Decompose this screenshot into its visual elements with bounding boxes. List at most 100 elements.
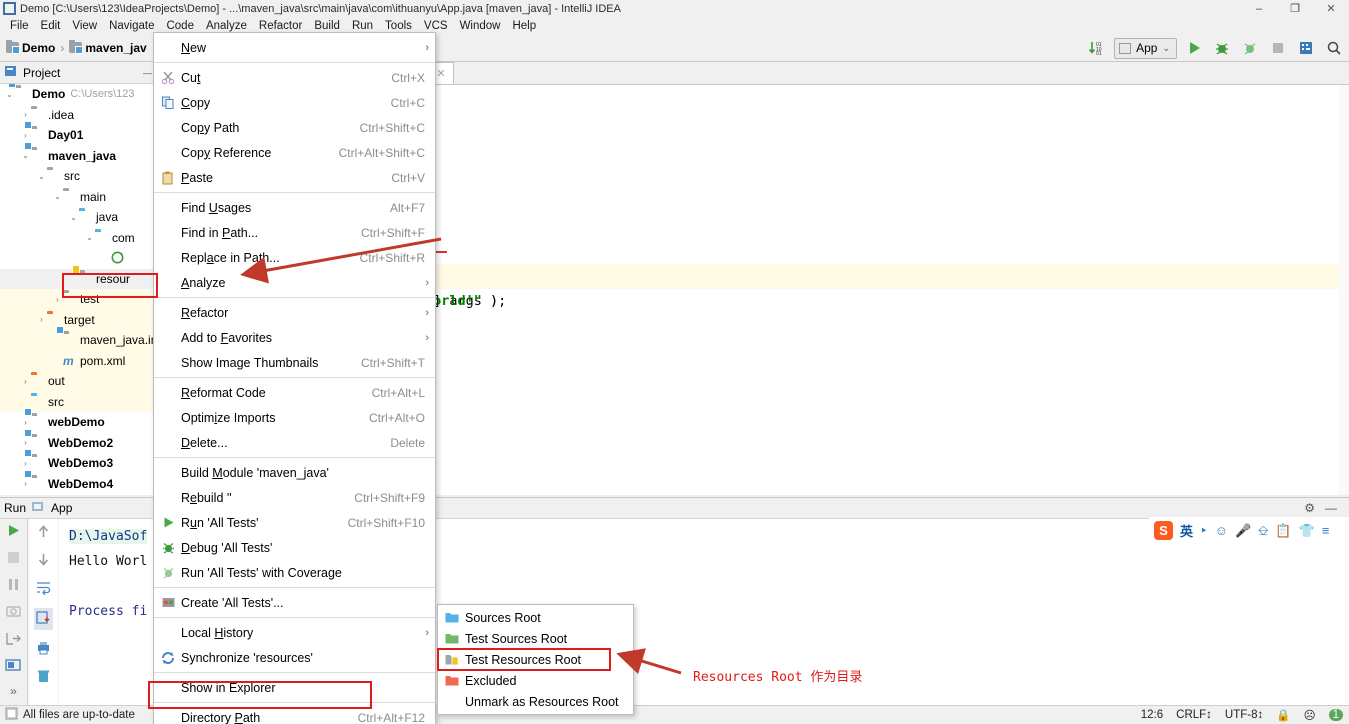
- breadcrumb-item-maven-java[interactable]: maven_jav: [69, 40, 147, 55]
- expand-arrow-icon[interactable]: ⌄: [36, 172, 47, 181]
- menu-code[interactable]: Code: [160, 19, 200, 33]
- submenu-item-excluded[interactable]: Excluded: [438, 670, 633, 691]
- ime-mode-label[interactable]: 英: [1180, 521, 1193, 540]
- submenu-item-test-sources-root[interactable]: Test Sources Root: [438, 628, 633, 649]
- tree-node-webdemo4[interactable]: › WebDemo4: [0, 474, 158, 495]
- maximize-button[interactable]: ❐: [1277, 0, 1313, 17]
- menu-item-reformat-code[interactable]: Reformat Code Ctrl+Alt+L: [154, 380, 435, 405]
- menu-icon[interactable]: ≡: [1322, 523, 1330, 538]
- scroll-down-icon[interactable]: [36, 552, 51, 570]
- menu-item-copy-path[interactable]: Copy Path Ctrl+Shift+C: [154, 115, 435, 140]
- menu-item-analyze[interactable]: Analyze ›: [154, 270, 435, 295]
- minimize-icon[interactable]: —: [1325, 501, 1337, 515]
- mic-icon[interactable]: 🎤: [1235, 523, 1251, 539]
- menu-item-find-usages[interactable]: Find Usages Alt+F7: [154, 195, 435, 220]
- run-configuration-selector[interactable]: App ⌄: [1114, 37, 1177, 59]
- more-icon[interactable]: »: [10, 684, 17, 698]
- scroll-to-end-icon[interactable]: [34, 608, 53, 630]
- mark-directory-submenu[interactable]: Sources Root Test Sources Root Test Resour…: [437, 604, 634, 715]
- line-separator[interactable]: CRLF↕: [1176, 709, 1212, 721]
- submenu-item-test-resources-root[interactable]: Test Resources Root: [438, 649, 633, 670]
- run-tool-window-title[interactable]: Run: [4, 501, 26, 515]
- tree-node-maven-java[interactable]: ⌄ maven_java: [0, 146, 158, 167]
- expand-arrow-icon[interactable]: ›: [20, 459, 31, 468]
- tree-node-demo[interactable]: ⌄ Demo C:\Users\123: [0, 84, 158, 105]
- breadcrumb-item-demo[interactable]: Demo: [6, 40, 55, 55]
- clipboard-icon[interactable]: 📋: [1275, 523, 1291, 539]
- menu-item-copy-reference[interactable]: Copy Reference Ctrl+Alt+Shift+C: [154, 140, 435, 165]
- sogou-logo-icon[interactable]: S: [1154, 521, 1173, 540]
- print-icon[interactable]: [36, 640, 51, 658]
- expand-arrow-icon[interactable]: ⌄: [20, 151, 31, 160]
- menu-item-optimize-imports[interactable]: Optimize Imports Ctrl+Alt+O: [154, 405, 435, 430]
- menu-item-paste[interactable]: Paste Ctrl+V: [154, 165, 435, 190]
- menu-item-run-all-tests-with-coverage[interactable]: Run 'All Tests' with Coverage: [154, 560, 435, 585]
- menu-item-show-image-thumbnails[interactable]: Show Image Thumbnails Ctrl+Shift+T: [154, 350, 435, 375]
- caret-position[interactable]: 12:6: [1141, 709, 1163, 721]
- editor-scrollbar[interactable]: [1339, 85, 1349, 495]
- menu-item-rebuild-default[interactable]: Rebuild '' Ctrl+Shift+F9: [154, 485, 435, 510]
- layout-icon[interactable]: [5, 657, 22, 677]
- tree-node-com[interactable]: ⌄ com: [0, 228, 158, 249]
- menu-item-delete[interactable]: Delete... Delete: [154, 430, 435, 455]
- sort-numeric-icon[interactable]: 01 10 01: [1086, 37, 1108, 59]
- menu-item-cut[interactable]: Cut Ctrl+X: [154, 65, 435, 90]
- expand-arrow-icon[interactable]: ›: [52, 295, 63, 304]
- tree-node-test[interactable]: › test: [0, 289, 158, 310]
- camera-icon[interactable]: [5, 603, 22, 623]
- menu-item-add-to-favorites[interactable]: Add to Favorites ›: [154, 325, 435, 350]
- expand-arrow-icon[interactable]: ›: [20, 479, 31, 488]
- menu-navigate[interactable]: Navigate: [103, 19, 160, 33]
- menu-item-synchronize-resources[interactable]: Synchronize 'resources': [154, 645, 435, 670]
- tree-node-maven-java-in[interactable]: maven_java.in: [0, 330, 158, 351]
- menu-item-run-all-tests[interactable]: Run 'All Tests' Ctrl+Shift+F10: [154, 510, 435, 535]
- expand-arrow-icon[interactable]: ⌄: [52, 192, 63, 201]
- project-tree[interactable]: ⌄ Demo C:\Users\123 › .idea › Day01 ⌄ maven_java…: [0, 84, 158, 495]
- comma-icon[interactable]: ‣: [1200, 523, 1208, 539]
- menu-window[interactable]: Window: [454, 19, 507, 33]
- close-icon[interactable]: ✕: [436, 67, 445, 80]
- expand-arrow-icon[interactable]: ›: [20, 110, 31, 119]
- keyboard-icon[interactable]: ⎒: [1258, 523, 1268, 539]
- skin-icon[interactable]: 👕: [1299, 523, 1315, 539]
- expand-arrow-icon[interactable]: ⌄: [68, 213, 79, 222]
- run-button[interactable]: [1183, 37, 1205, 59]
- minimize-button[interactable]: –: [1241, 0, 1277, 17]
- expand-arrow-icon[interactable]: ›: [36, 315, 47, 324]
- scroll-up-icon[interactable]: [36, 524, 51, 542]
- tree-node-main[interactable]: ⌄ main: [0, 187, 158, 208]
- stop-button[interactable]: [1267, 37, 1289, 59]
- expand-arrow-icon[interactable]: ›: [20, 438, 31, 447]
- expand-arrow-icon[interactable]: ›: [20, 131, 31, 140]
- lock-icon[interactable]: 🔒: [1276, 708, 1290, 722]
- gear-icon[interactable]: ⚙: [1304, 501, 1315, 515]
- menu-item-directory-path[interactable]: Directory Path Ctrl+Alt+F12: [154, 705, 435, 724]
- menu-item-build-module-maven-java[interactable]: Build Module 'maven_java': [154, 460, 435, 485]
- smiley-icon[interactable]: ☺: [1215, 523, 1228, 538]
- search-icon[interactable]: [1323, 37, 1345, 59]
- menu-item-replace-in-path[interactable]: Replace in Path... Ctrl+Shift+R: [154, 245, 435, 270]
- database-icon[interactable]: [1295, 37, 1317, 59]
- run-tab-app[interactable]: App: [51, 501, 72, 515]
- stop-icon[interactable]: [5, 549, 22, 569]
- trash-icon[interactable]: [36, 668, 51, 686]
- menu-help[interactable]: Help: [506, 19, 542, 33]
- tree-node-src[interactable]: ⌄ src: [0, 166, 158, 187]
- debug-button[interactable]: [1211, 37, 1233, 59]
- menu-run[interactable]: Run: [346, 19, 379, 33]
- menu-refactor[interactable]: Refactor: [253, 19, 308, 33]
- tree-node-pom-xml[interactable]: m pom.xml: [0, 350, 158, 371]
- menu-analyze[interactable]: Analyze: [200, 19, 253, 33]
- close-button[interactable]: ✕: [1313, 0, 1349, 17]
- submenu-item-unmark-as-resources-root[interactable]: Unmark as Resources Root: [438, 691, 633, 712]
- menu-edit[interactable]: Edit: [35, 19, 67, 33]
- menu-item-debug-all-tests[interactable]: Debug 'All Tests': [154, 535, 435, 560]
- expand-arrow-icon[interactable]: ›: [20, 377, 31, 386]
- collapse-icon[interactable]: —: [143, 68, 152, 78]
- run-with-coverage-button[interactable]: [1239, 37, 1261, 59]
- rerun-icon[interactable]: [5, 522, 22, 542]
- tree-node-java[interactable]: ⌄ java: [0, 207, 158, 228]
- soft-wrap-icon[interactable]: [36, 580, 51, 598]
- menu-item-create-all-tests[interactable]: Create 'All Tests'...: [154, 590, 435, 615]
- menu-item-show-in-explorer[interactable]: Show in Explorer: [154, 675, 435, 700]
